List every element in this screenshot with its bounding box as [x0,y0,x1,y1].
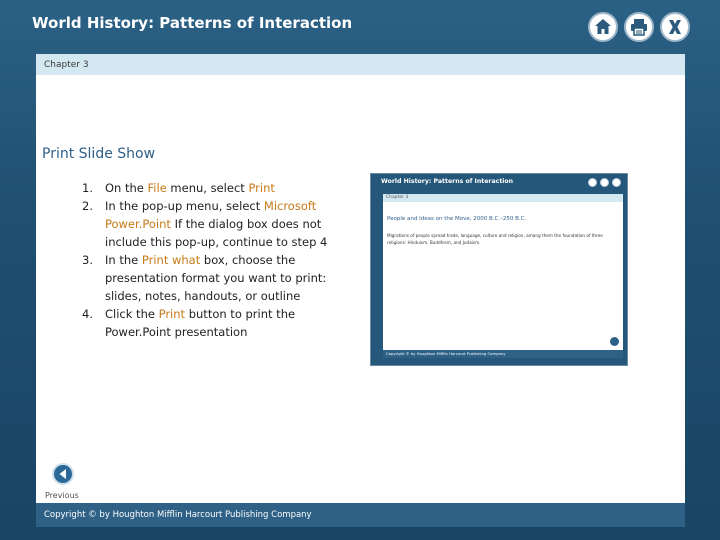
thumbnail-next-icon [610,337,619,346]
thumbnail-body: Migrations of people spread trade, langu… [387,233,603,245]
app-frame: World History: Patterns of Interaction C… [0,0,720,540]
step-text: Click the [105,307,159,321]
home-icon[interactable] [588,12,618,42]
instruction-step: 4. Click the Print button to print the Po… [82,305,350,341]
app-title: World History: Patterns of Interaction [32,14,353,32]
step-number: 4. [82,307,93,321]
copyright-footer: Copyright © by Houghton Mifflin Harcourt… [36,503,685,527]
top-toolbar [588,12,690,42]
slide-title: Print Slide Show [42,146,156,162]
thumbnail-icons [588,178,621,187]
highlighted-term: Print [158,307,186,321]
thumbnail-chapter: Chapter 3 [383,194,623,202]
thumbnail-print-icon [600,178,609,187]
thumbnail-content: People and Ideas on the Move, 2000 B.C.–… [383,202,623,350]
step-number: 3. [82,253,93,267]
previous-button[interactable] [52,463,74,485]
slide-thumbnail: World History: Patterns of Interaction C… [370,173,628,366]
thumbnail-footer: Copyright © by Houghton Mifflin Harcourt… [383,350,623,358]
thumbnail-heading: People and Ideas on the Move, 2000 B.C.–… [387,216,527,222]
thumbnail-close-icon [612,178,621,187]
highlighted-term: File [147,181,167,195]
chapter-bar: Chapter 3 [36,54,685,75]
instruction-step: 1. On the File menu, select Print [82,179,350,197]
arrow-left-icon [59,469,66,479]
print-icon[interactable] [624,12,654,42]
previous-label: Previous [45,491,79,500]
thumbnail-title: World History: Patterns of Interaction [381,178,514,185]
step-text: menu, select [166,181,249,195]
step-number: 2. [82,199,93,213]
step-text: In the pop-up menu, select [105,199,264,213]
thumbnail-home-icon [588,178,597,187]
close-icon[interactable] [660,12,690,42]
slide-content: Print Slide Show 1. On the File menu, sel… [36,75,685,503]
highlighted-term: Print [248,181,275,195]
instruction-step: 3. In the Print what box, choose the pres… [82,251,350,305]
highlighted-term: Print what [141,253,201,267]
instruction-list: 1. On the File menu, select Print 2. In the… [82,179,350,341]
instruction-step: 2. In the pop-up menu, select Microsoft P… [82,197,350,251]
step-number: 1. [82,181,93,195]
step-text: On the [105,181,148,195]
step-text: In the [105,253,142,267]
